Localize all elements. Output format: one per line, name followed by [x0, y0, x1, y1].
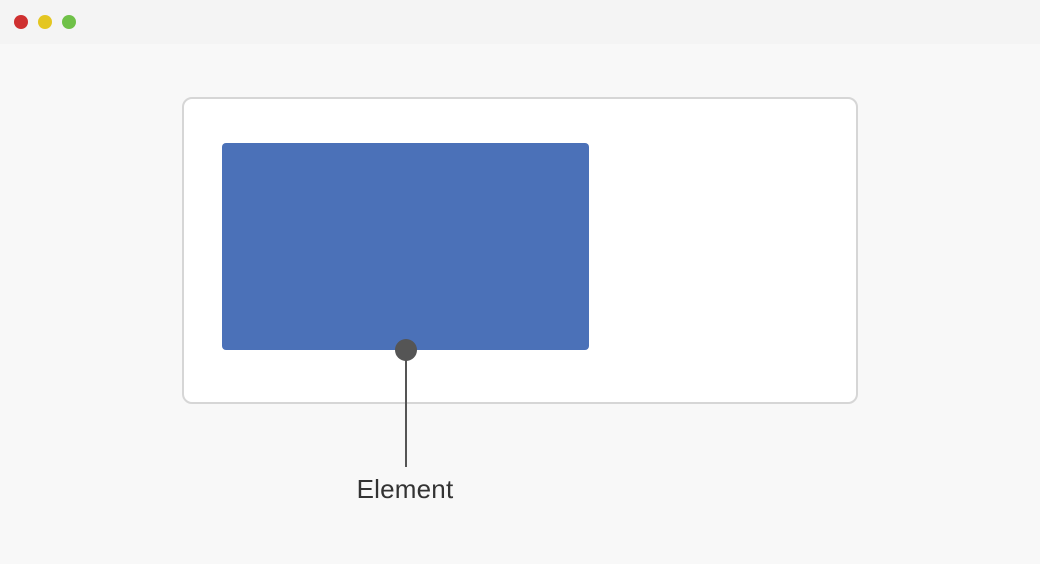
window-titlebar — [0, 0, 1040, 44]
close-icon[interactable] — [14, 15, 28, 29]
zoom-icon[interactable] — [62, 15, 76, 29]
element-box — [222, 143, 589, 350]
callout-label: Element — [355, 474, 455, 505]
diagram-canvas: Element — [0, 44, 1040, 564]
minimize-icon[interactable] — [38, 15, 52, 29]
callout-dot-icon — [395, 339, 417, 361]
callout-line — [405, 360, 407, 467]
